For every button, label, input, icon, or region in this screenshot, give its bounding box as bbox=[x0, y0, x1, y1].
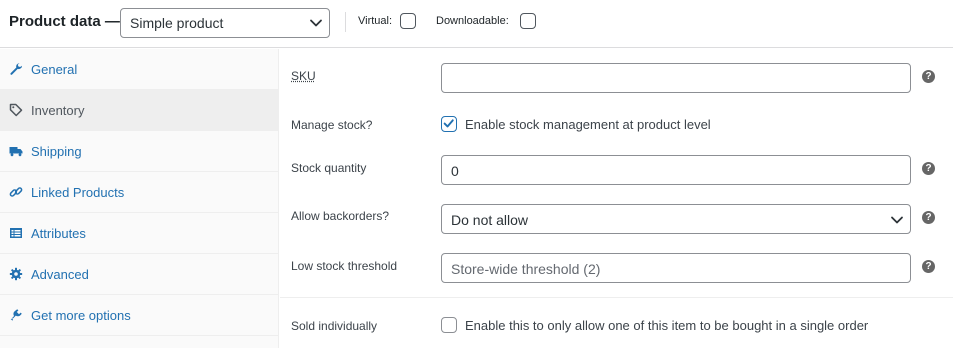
tab-general[interactable]: General bbox=[0, 49, 278, 90]
tag-icon bbox=[9, 103, 23, 117]
sku-input[interactable] bbox=[441, 63, 911, 93]
stock-quantity-label: Stock quantity bbox=[291, 161, 367, 175]
manage-stock-checkbox-label: Enable stock management at product level bbox=[465, 117, 711, 132]
tab-label: Linked Products bbox=[31, 185, 125, 200]
sold-individually-checkbox-label: Enable this to only allow one of this it… bbox=[465, 318, 869, 333]
manage-stock-checkbox[interactable] bbox=[441, 116, 457, 132]
stock-quantity-value: 0 bbox=[451, 163, 459, 179]
header-separator bbox=[345, 12, 346, 32]
manage-stock-label: Manage stock? bbox=[291, 118, 373, 132]
product-type-value: Simple product bbox=[130, 15, 224, 31]
downloadable-checkbox[interactable] bbox=[520, 13, 536, 29]
product-type-select[interactable]: Simple product bbox=[120, 8, 330, 38]
tab-label: General bbox=[31, 62, 78, 77]
help-icon[interactable]: ? bbox=[922, 260, 935, 273]
wrench-icon bbox=[10, 63, 23, 75]
downloadable-label: Downloadable: bbox=[436, 15, 509, 27]
truck-icon bbox=[9, 147, 23, 157]
stock-quantity-input[interactable]: 0 bbox=[441, 155, 911, 185]
inventory-panel: SKU ? Manage stock? Enable stock managem… bbox=[280, 49, 953, 348]
plugin-icon bbox=[10, 309, 22, 321]
product-data-tabs: General Inventory Shipping Linked Produc… bbox=[0, 49, 279, 348]
virtual-label: Virtual: bbox=[358, 15, 393, 27]
tab-label: Attributes bbox=[31, 226, 86, 241]
tab-get-more-options[interactable]: Get more options bbox=[0, 295, 278, 336]
low-stock-label: Low stock threshold bbox=[291, 259, 398, 273]
tab-shipping[interactable]: Shipping bbox=[0, 131, 278, 172]
tab-label: Inventory bbox=[31, 103, 85, 118]
help-icon[interactable]: ? bbox=[922, 162, 935, 175]
tab-inventory[interactable]: Inventory bbox=[0, 90, 278, 131]
tab-advanced[interactable]: Advanced bbox=[0, 254, 278, 295]
backorders-select[interactable]: Do not allow bbox=[441, 204, 911, 234]
product-data-header: Product data — Simple product Virtual: D… bbox=[0, 0, 953, 48]
tab-linked-products[interactable]: Linked Products bbox=[0, 172, 278, 213]
help-icon[interactable]: ? bbox=[922, 70, 935, 83]
sold-individually-label: Sold individually bbox=[291, 319, 378, 333]
low-stock-input[interactable]: Store-wide threshold (2) bbox=[441, 253, 911, 283]
checkmark-icon bbox=[443, 119, 454, 128]
backorders-label: Allow backorders? bbox=[291, 209, 390, 223]
sku-label: SKU bbox=[291, 69, 316, 83]
chevron-down-icon bbox=[891, 216, 903, 224]
gear-icon bbox=[9, 267, 23, 281]
help-icon[interactable]: ? bbox=[922, 211, 935, 224]
tab-label: Shipping bbox=[31, 144, 82, 159]
virtual-checkbox[interactable] bbox=[400, 13, 416, 29]
product-data-title: Product data — bbox=[9, 13, 120, 30]
tab-attributes[interactable]: Attributes bbox=[0, 213, 278, 254]
link-icon bbox=[9, 187, 23, 197]
tab-label: Advanced bbox=[31, 267, 89, 282]
backorders-value: Do not allow bbox=[451, 212, 529, 228]
section-divider bbox=[280, 297, 953, 298]
tab-label: Get more options bbox=[31, 308, 131, 323]
sold-individually-checkbox[interactable] bbox=[441, 317, 457, 333]
low-stock-placeholder: Store-wide threshold (2) bbox=[451, 261, 601, 277]
list-icon bbox=[10, 228, 22, 238]
chevron-down-icon bbox=[310, 19, 322, 27]
